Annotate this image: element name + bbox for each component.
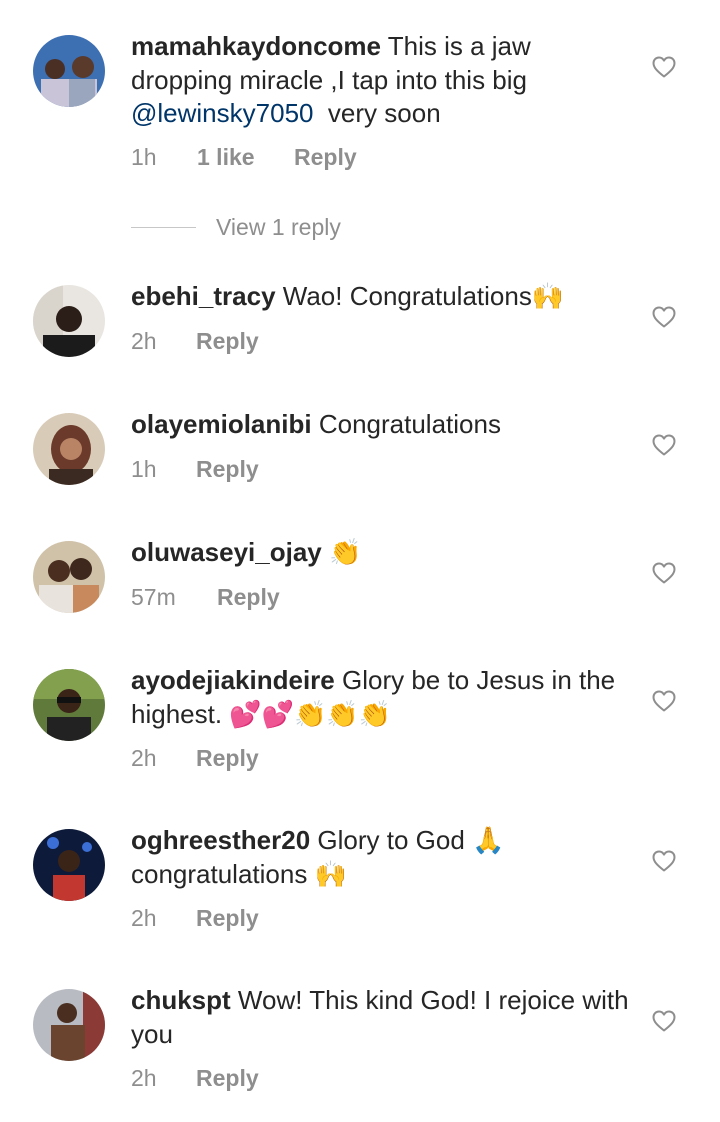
view-replies-button[interactable]: View 1 reply [131, 212, 341, 242]
view-replies-label[interactable]: View 1 reply [216, 214, 341, 241]
comment-meta: 1h Reply [131, 456, 259, 483]
avatar[interactable] [33, 669, 105, 741]
comment-text-after: very soon [313, 98, 441, 128]
likes-count[interactable]: 1 like [197, 144, 294, 171]
comment-username[interactable]: chukspt [131, 985, 231, 1015]
comment-meta: 2h Reply [131, 328, 259, 355]
heart-icon[interactable] [652, 1010, 676, 1032]
comment-meta: 2h Reply [131, 1065, 259, 1092]
comment-text: 👏 [329, 537, 362, 567]
heart-icon[interactable] [652, 306, 676, 328]
reply-button[interactable]: Reply [196, 456, 259, 483]
reply-button[interactable]: Reply [196, 328, 259, 355]
comment-time: 1h [131, 144, 157, 170]
avatar[interactable] [33, 829, 105, 901]
comment-body: oluwaseyi_ojay 👏 [131, 536, 631, 570]
avatar[interactable] [33, 285, 105, 357]
comment-body: olayemiolanibi Congratulations [131, 408, 631, 442]
comment-username[interactable]: mamahkaydoncome [131, 31, 381, 61]
comment-username[interactable]: olayemiolanibi [131, 409, 312, 439]
comment-meta: 1h 1 like Reply [131, 144, 357, 171]
comment-time: 2h [131, 1065, 157, 1091]
avatar[interactable] [33, 413, 105, 485]
mention-link[interactable]: @lewinsky7050 [131, 98, 313, 128]
comment-username[interactable]: ayodejiakindeire [131, 665, 335, 695]
heart-icon[interactable] [652, 850, 676, 872]
reply-button[interactable]: Reply [196, 745, 259, 772]
heart-icon[interactable] [652, 434, 676, 456]
reply-button[interactable]: Reply [217, 584, 280, 611]
heart-icon[interactable] [652, 562, 676, 584]
comment-time: 2h [131, 905, 157, 931]
comment-time: 1h [131, 456, 157, 482]
comment-meta: 2h Reply [131, 745, 259, 772]
heart-icon[interactable] [652, 56, 676, 78]
comment-time: 2h [131, 328, 157, 354]
avatar[interactable] [33, 541, 105, 613]
divider-line [131, 226, 196, 228]
comment-time: 2h [131, 745, 157, 771]
comment-username[interactable]: oghreesther20 [131, 825, 310, 855]
reply-button[interactable]: Reply [196, 1065, 259, 1092]
comment-body: chukspt Wow! This kind God! I rejoice wi… [131, 984, 631, 1051]
comment-body: mamahkaydoncome This is a jaw dropping m… [131, 30, 631, 131]
reply-button[interactable]: Reply [294, 144, 357, 171]
comment-meta: 2h Reply [131, 905, 259, 932]
heart-icon[interactable] [652, 690, 676, 712]
comment-body: oghreesther20 Glory to God 🙏 congratulat… [131, 824, 631, 891]
reply-button[interactable]: Reply [196, 905, 259, 932]
comment-text: Congratulations [318, 409, 501, 439]
comment-body: ayodejiakindeire Glory be to Jesus in th… [131, 664, 631, 731]
comment-username[interactable]: oluwaseyi_ojay [131, 537, 322, 567]
comment-text: Wao! Congratulations🙌 [282, 281, 565, 311]
comment-body: ebehi_tracy Wao! Congratulations🙌 [131, 280, 631, 314]
comment-meta: 57m Reply [131, 584, 280, 611]
avatar[interactable] [33, 989, 105, 1061]
comment-time: 57m [131, 584, 176, 610]
comment-username[interactable]: ebehi_tracy [131, 281, 276, 311]
avatar[interactable] [33, 35, 105, 107]
